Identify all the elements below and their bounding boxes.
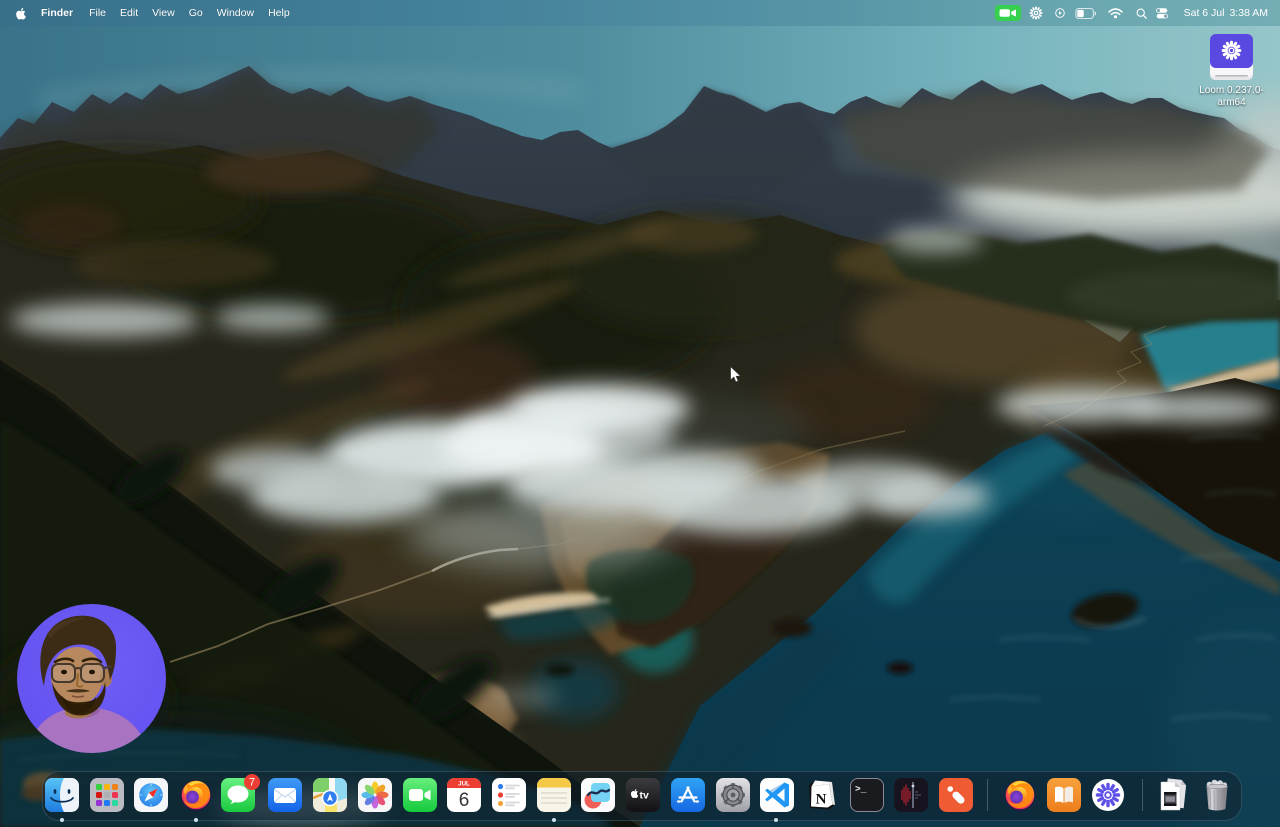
svg-text:7: 7 [249, 777, 255, 789]
svg-text:>_: >_ [855, 784, 867, 795]
svg-text:6: 6 [459, 790, 470, 811]
svg-text:JUL: JUL [458, 781, 470, 788]
svg-text:N: N [816, 792, 827, 808]
svg-text:tv: tv [640, 790, 649, 802]
